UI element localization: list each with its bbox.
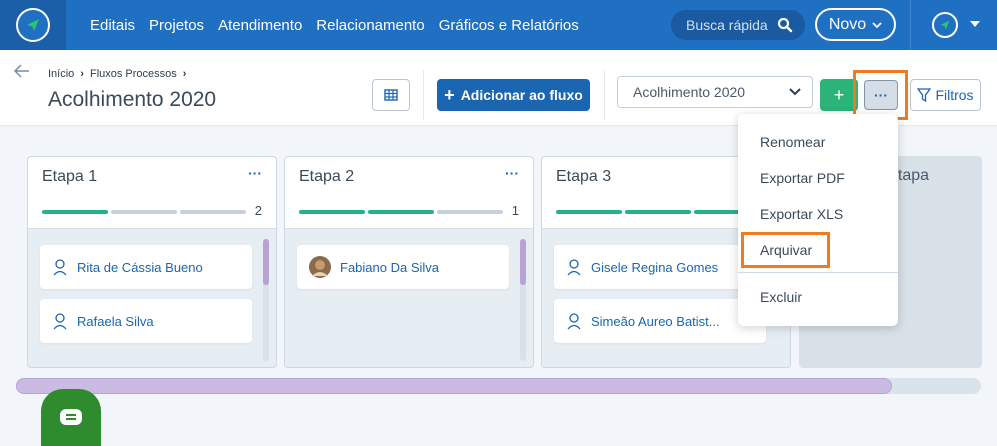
plus-icon: +: [833, 84, 845, 105]
quick-search-input[interactable]: Busca rápida: [671, 10, 805, 40]
progress-segment: [299, 210, 365, 214]
app-logo[interactable]: [0, 0, 66, 50]
user-menu-caret-icon[interactable]: [969, 19, 981, 29]
stage-progress: [42, 210, 246, 214]
filter-icon: [917, 88, 932, 102]
menu-item-rename[interactable]: Renomear: [760, 134, 825, 150]
user-avatar[interactable]: [932, 12, 958, 38]
breadcrumb: Início › Fluxos Processos ›: [48, 68, 186, 80]
progress-segment: [625, 210, 691, 214]
table-view-button[interactable]: [372, 79, 410, 111]
new-button-label: Novo: [828, 15, 867, 33]
archive-highlight: [741, 232, 830, 268]
stage-column-1: Etapa 1 ··· 2 Rita de Cássia Bueno Rafae…: [27, 156, 277, 368]
nav-link-relacionamento[interactable]: Relacionamento: [316, 17, 424, 34]
column-scrollbar-thumb[interactable]: [520, 239, 526, 285]
filters-button[interactable]: Filtros: [910, 79, 981, 111]
stage-title: Etapa 1: [42, 168, 98, 185]
breadcrumb-separator-icon: ›: [80, 68, 84, 80]
menu-item-delete[interactable]: Excluir: [760, 289, 802, 305]
chat-icon: [60, 408, 82, 425]
person-card[interactable]: Rafaela Silva: [40, 299, 252, 343]
logo-icon: [16, 8, 50, 42]
person-icon: [567, 259, 581, 276]
top-navbar: Editais Projetos Atendimento Relacioname…: [0, 0, 997, 50]
person-icon: [53, 259, 67, 276]
stage-menu-icon[interactable]: ···: [505, 165, 519, 181]
person-name: Simeão Aureo Batist...: [591, 313, 720, 329]
breadcrumb-fluxos[interactable]: Fluxos Processos: [90, 68, 177, 80]
chevron-down-icon: [872, 21, 882, 28]
nav-link-editais[interactable]: Editais: [90, 17, 135, 34]
filters-label: Filtros: [935, 87, 974, 103]
more-dots-icon: ···: [874, 87, 888, 103]
search-placeholder: Busca rápida: [686, 17, 768, 33]
person-card[interactable]: Fabiano Da Silva: [297, 245, 509, 289]
nav-link-projetos[interactable]: Projetos: [149, 17, 204, 34]
person-card[interactable]: Rita de Cássia Bueno: [40, 245, 252, 289]
stage-header: Etapa 1 ··· 2: [28, 157, 276, 229]
chat-widget-button[interactable]: [41, 389, 101, 446]
stage-title: Etapa 2: [299, 168, 355, 185]
person-name: Rita de Cássia Bueno: [77, 259, 203, 275]
add-to-flow-button[interactable]: + Adicionar ao fluxo: [437, 79, 590, 111]
breadcrumb-separator-icon: ›: [182, 68, 187, 80]
progress-segment: [111, 210, 177, 214]
nav-link-graficos[interactable]: Gráficos e Relatórios: [439, 17, 579, 34]
person-icon: [567, 313, 581, 330]
progress-segment: [42, 210, 108, 214]
progress-segment: [556, 210, 622, 214]
nav-link-atendimento[interactable]: Atendimento: [218, 17, 302, 34]
stage-progress: [299, 210, 503, 214]
person-icon: [53, 313, 67, 330]
plus-icon: +: [444, 84, 455, 105]
stage-header: Etapa 2 ··· 1: [285, 157, 533, 229]
person-card[interactable]: Gisele Regina Gomes: [554, 245, 766, 289]
divider: [423, 70, 424, 120]
chevron-down-icon: [789, 88, 801, 96]
stage-menu-icon[interactable]: ···: [248, 165, 262, 181]
person-name: Fabiano Da Silva: [340, 259, 439, 275]
menu-item-export-pdf[interactable]: Exportar PDF: [760, 170, 845, 186]
back-arrow-icon[interactable]: [14, 64, 30, 78]
column-scrollbar-thumb[interactable]: [263, 239, 269, 285]
table-icon: [384, 89, 398, 101]
new-button[interactable]: Novo: [815, 8, 896, 41]
add-to-flow-label: Adicionar ao fluxo: [460, 87, 583, 103]
more-options-button[interactable]: ···: [864, 80, 898, 110]
progress-segment: [368, 210, 434, 214]
flow-select-value: Acolhimento 2020: [633, 84, 746, 100]
stage-progress: [556, 210, 760, 214]
page-title: Acolhimento 2020: [48, 88, 217, 111]
avatar-photo-icon: [309, 256, 331, 278]
breadcrumb-inicio[interactable]: Início: [48, 68, 74, 80]
stage-column-2: Etapa 2 ··· 1 Fabiano Da Silva: [284, 156, 534, 368]
menu-item-export-xls[interactable]: Exportar XLS: [760, 206, 843, 222]
menu-divider: [738, 272, 898, 273]
user-logo-icon: [940, 20, 950, 30]
stage-count: 1: [511, 203, 519, 218]
progress-segment: [437, 210, 503, 214]
person-name: Gisele Regina Gomes: [591, 259, 719, 275]
more-options-menu: Renomear Exportar PDF Exportar XLS Arqui…: [738, 114, 898, 326]
flow-select[interactable]: Acolhimento 2020: [617, 76, 813, 108]
person-name: Rafaela Silva: [77, 313, 154, 329]
board-scrollbar-thumb[interactable]: [16, 378, 892, 394]
progress-segment: [180, 210, 246, 214]
stage-title: Etapa 3: [556, 168, 612, 185]
stage-count: 2: [254, 203, 262, 218]
person-card[interactable]: Simeão Aureo Batist...: [554, 299, 766, 343]
search-icon: [777, 17, 793, 33]
nav-divider: [910, 0, 911, 50]
divider: [604, 70, 605, 120]
